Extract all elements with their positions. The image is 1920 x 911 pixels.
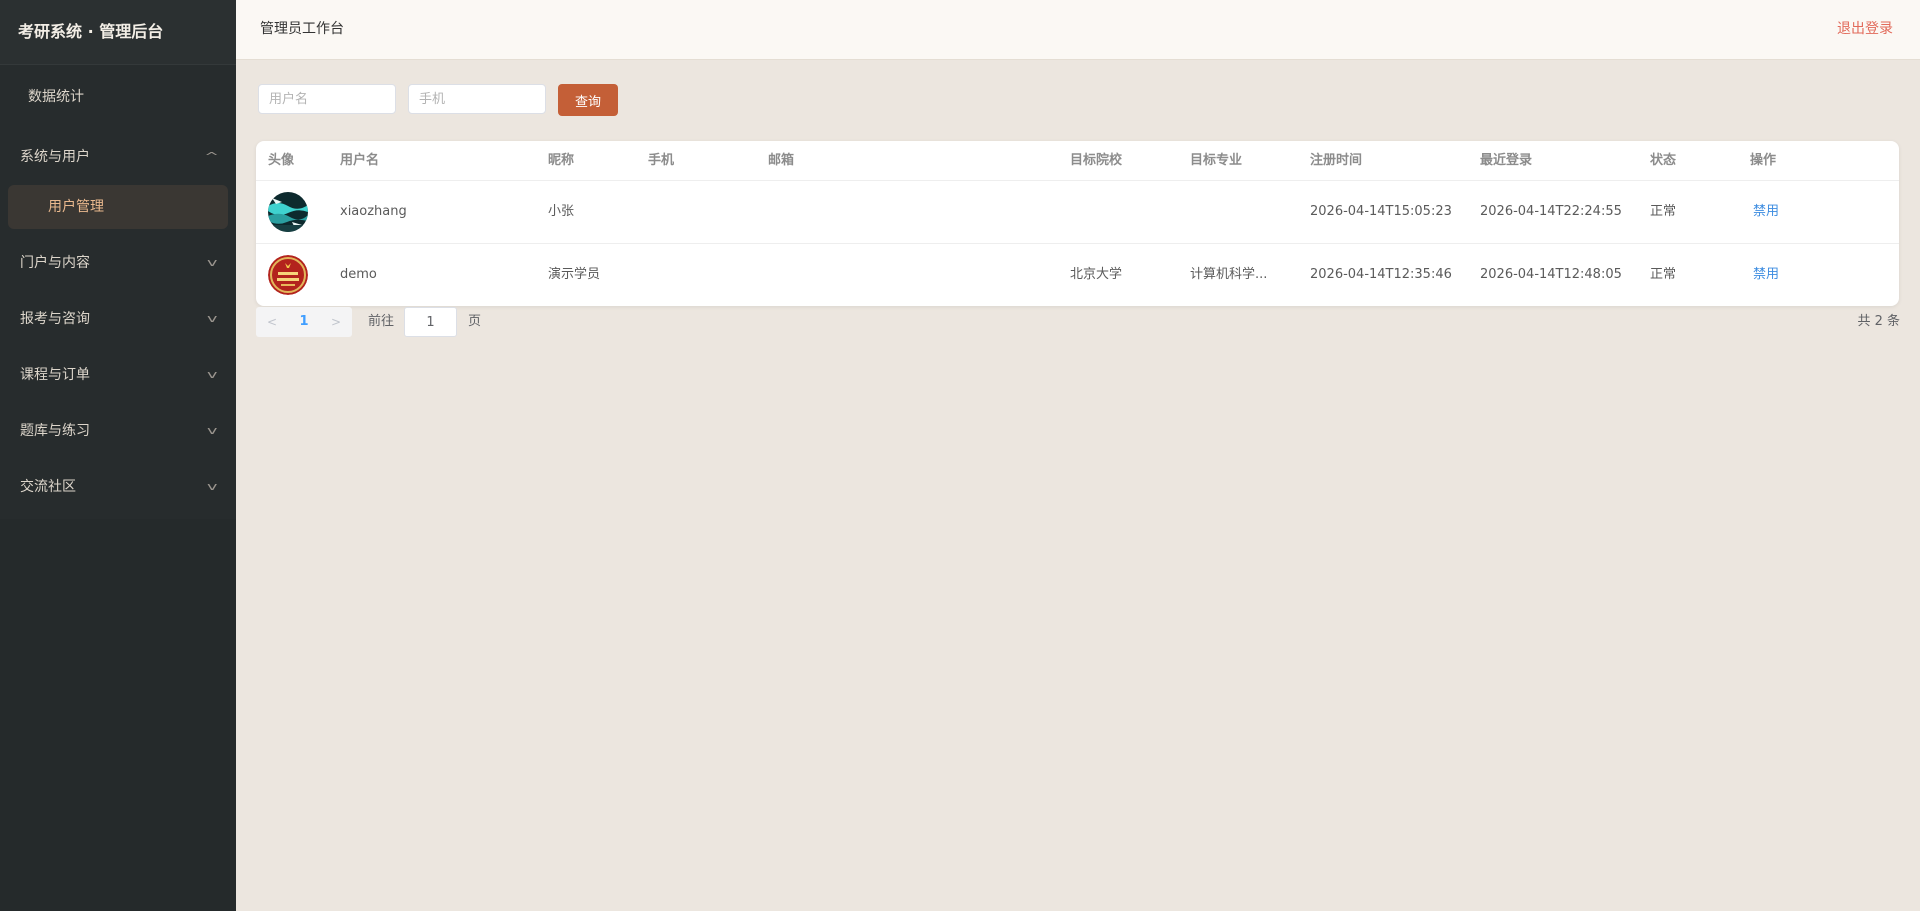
sidebar-item-portal-content[interactable]: 门户与内容 v: [0, 235, 236, 291]
column-header-avatar: 头像: [268, 153, 295, 168]
cell-last-login: 2026-04-14T12:48:05: [1480, 267, 1622, 282]
sidebar-item-community[interactable]: 交流社区 v: [0, 459, 236, 515]
main-content: 查询 头像 用户名 昵称 手机 邮箱 目标院校 目标专业 注册时间 最近登录 状…: [236, 60, 1920, 911]
sidebar-item-system-users[interactable]: 系统与用户 ^: [0, 129, 236, 185]
chevron-down-icon: v: [207, 312, 218, 325]
sidebar-menu: 数据统计 系统与用户 ^ 用户管理 门户与内容 v 报考与咨询 v 课程与订单 …: [0, 65, 236, 519]
cell-username: xiaozhang: [340, 204, 407, 219]
sidebar-item-label: 门户与内容: [20, 255, 90, 271]
table-row: demo 演示学员 北京大学 计算机科学... 2026-04-14T12:35…: [256, 244, 1899, 306]
goto-page-input[interactable]: [404, 307, 457, 337]
column-header-last-login: 最近登录: [1480, 153, 1533, 168]
avatar-image-teal-icon: [268, 192, 308, 232]
column-header-nickname: 昵称: [548, 153, 575, 168]
sidebar-item-label: 题库与练习: [20, 423, 90, 439]
chevron-right-icon[interactable]: >: [320, 307, 352, 337]
sidebar: 考研系统 · 管理后台 数据统计 系统与用户 ^ 用户管理 门户与内容 v 报考…: [0, 0, 236, 911]
page-number-current[interactable]: 1: [288, 307, 320, 337]
cell-registered: 2026-04-14T15:05:23: [1310, 204, 1452, 219]
sidebar-item-label: 系统与用户: [20, 149, 90, 165]
top-header: 管理员工作台 退出登录: [236, 0, 1920, 60]
column-header-target-major: 目标专业: [1190, 153, 1243, 168]
column-header-target-school: 目标院校: [1070, 153, 1123, 168]
sidebar-item-enrollment-consulting[interactable]: 报考与咨询 v: [0, 291, 236, 347]
sidebar-item-label: 交流社区: [20, 479, 76, 495]
cell-target-school: 北京大学: [1070, 267, 1123, 282]
pager-buttons: < 1 >: [256, 307, 352, 337]
column-header-registered: 注册时间: [1310, 153, 1363, 168]
column-header-username: 用户名: [340, 153, 380, 168]
column-header-phone: 手机: [648, 153, 675, 168]
sidebar-item-user-management[interactable]: 用户管理: [8, 185, 228, 229]
cell-registered: 2026-04-14T12:35:46: [1310, 267, 1452, 282]
phone-input[interactable]: [408, 84, 546, 114]
avatar-image-red-icon: [268, 255, 308, 295]
sidebar-item-dashboard[interactable]: 数据统计: [0, 65, 236, 129]
disable-button[interactable]: 禁用: [1753, 244, 1779, 306]
logout-link[interactable]: 退出登录: [1837, 0, 1893, 59]
avatar: [268, 192, 308, 232]
chevron-down-icon: v: [207, 368, 218, 381]
sidebar-item-question-bank[interactable]: 题库与练习 v: [0, 403, 236, 459]
pagination: < 1 > 前往 页 共 2 条: [256, 307, 1900, 337]
total-count: 共 2 条: [1857, 314, 1900, 329]
column-header-status: 状态: [1650, 153, 1677, 168]
chevron-down-icon: v: [207, 480, 218, 493]
column-header-actions: 操作: [1750, 153, 1777, 168]
goto-prefix: 前往: [368, 314, 395, 329]
app-title: 考研系统 · 管理后台: [0, 0, 236, 65]
avatar: [268, 255, 308, 295]
cell-nickname: 小张: [548, 204, 575, 219]
sidebar-item-label: 课程与订单: [20, 367, 90, 383]
sidebar-item-label: 数据统计: [28, 89, 84, 105]
table-row: xiaozhang 小张 2026-04-14T15:05:23 2026-04…: [256, 181, 1899, 244]
cell-target-major: 计算机科学...: [1190, 267, 1268, 282]
sidebar-item-label: 报考与咨询: [20, 311, 90, 327]
goto-suffix: 页: [468, 314, 482, 329]
chevron-down-icon: v: [207, 256, 218, 269]
cell-username: demo: [340, 267, 377, 282]
chevron-down-icon: v: [207, 424, 218, 437]
user-table: 头像 用户名 昵称 手机 邮箱 目标院校 目标专业 注册时间 最近登录 状态 操…: [256, 141, 1899, 306]
sidebar-item-label: 用户管理: [48, 199, 104, 215]
status-badge: 正常: [1650, 204, 1677, 219]
sidebar-item-courses-orders[interactable]: 课程与订单 v: [0, 347, 236, 403]
cell-last-login: 2026-04-14T22:24:55: [1480, 204, 1622, 219]
status-badge: 正常: [1650, 267, 1677, 282]
username-input[interactable]: [258, 84, 396, 114]
disable-button[interactable]: 禁用: [1753, 181, 1779, 243]
column-header-email: 邮箱: [768, 153, 795, 168]
page-title: 管理员工作台: [260, 21, 344, 37]
chevron-up-icon: ^: [204, 150, 219, 163]
table-header-row: 头像 用户名 昵称 手机 邮箱 目标院校 目标专业 注册时间 最近登录 状态 操…: [256, 141, 1899, 181]
query-button[interactable]: 查询: [558, 84, 618, 116]
cell-nickname: 演示学员: [548, 267, 601, 282]
chevron-left-icon[interactable]: <: [256, 307, 288, 337]
